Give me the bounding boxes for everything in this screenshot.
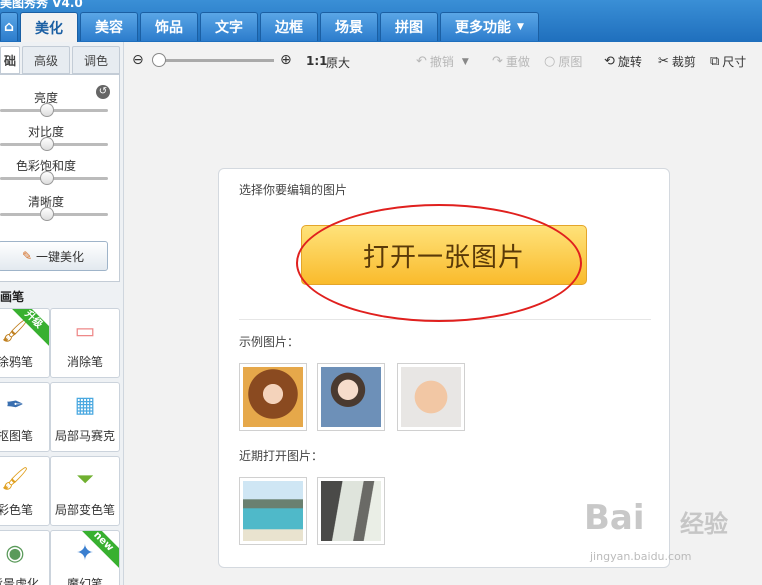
resize-button[interactable]: ⧉ 尺寸 xyxy=(710,53,746,70)
redo-icon: ↷ xyxy=(492,54,503,69)
chevron-down-icon: ▼ xyxy=(517,22,524,32)
subtab-advanced[interactable]: 高级 xyxy=(22,46,70,74)
tab-frame[interactable]: 边框 xyxy=(260,12,318,41)
one-click-beautify-button[interactable]: ✎ 一键美化 xyxy=(0,241,108,271)
tab-beauty[interactable]: 美容 xyxy=(80,12,138,41)
home-tab[interactable]: ⌂ xyxy=(0,12,18,41)
brush-tile-bg-blur[interactable]: ◉ 背景虚化 xyxy=(0,530,50,585)
original-size-label[interactable]: 原大 xyxy=(326,54,350,71)
portrait-image-1 xyxy=(243,367,303,427)
couple-image xyxy=(321,481,381,541)
recent-thumb-1[interactable] xyxy=(239,477,307,545)
brightness-track[interactable] xyxy=(0,109,108,112)
brush-tile-local-recolor[interactable]: ⏷ 局部变色笔 xyxy=(50,456,120,526)
rotate-icon: ⟲ xyxy=(604,54,615,69)
brightness-handle[interactable] xyxy=(40,103,54,117)
undo-icon: ↶ xyxy=(416,54,427,69)
mosaic-icon: ▦ xyxy=(74,393,96,418)
original-image-button[interactable]: ○ 原图 xyxy=(544,53,582,70)
brush-tile-eraser[interactable]: ▭ 消除笔 xyxy=(50,308,120,378)
example-thumb-1[interactable] xyxy=(239,363,307,431)
magic-brush-icon: ✦ xyxy=(75,541,95,566)
app-title: 美图秀秀 V4.0 xyxy=(0,0,83,10)
main-tabs: ⌂ 美化 美容 饰品 文字 边框 场景 拼图 更多功能 ▼ xyxy=(0,12,541,42)
tab-more-features[interactable]: 更多功能 ▼ xyxy=(440,12,539,41)
contrast-handle[interactable] xyxy=(40,137,54,151)
home-icon: ⌂ xyxy=(3,19,15,35)
example-images-label: 示例图片： xyxy=(239,335,300,349)
dialog-title: 选择你要编辑的图片 xyxy=(239,183,348,197)
zoom-out-icon[interactable]: ⊖ xyxy=(132,52,144,68)
redo-button[interactable]: ↷ 重做 xyxy=(492,53,530,70)
tab-beautify[interactable]: 美化 xyxy=(20,12,78,42)
brush-tile-color-pen[interactable]: 🖌 彩色笔 xyxy=(0,456,50,526)
dialog-divider xyxy=(239,319,651,320)
open-image-dialog: 选择你要编辑的图片 打开一张图片 示例图片： 近期打开图片： xyxy=(218,168,670,568)
recent-images-label: 近期打开图片： xyxy=(239,449,324,463)
brush-tile-doodle[interactable]: 🖌 涂鸦笔 升级 xyxy=(0,308,50,378)
beach-image xyxy=(243,481,303,541)
open-image-button[interactable]: 打开一张图片 xyxy=(301,225,587,285)
circle-icon: ○ xyxy=(544,54,556,69)
actual-size-button[interactable]: 1:1 xyxy=(306,54,328,68)
sharpness-track[interactable] xyxy=(0,213,108,216)
funnel-icon: ⏷ xyxy=(76,467,94,492)
sharpness-slider: 清晰度 xyxy=(0,193,112,225)
baby-image xyxy=(401,367,461,427)
top-menu-bar: 美图秀秀 V4.0 ⌂ 美化 美容 饰品 文字 边框 场景 拼图 更多功能 ▼ xyxy=(0,0,762,42)
brush-tile-cutout[interactable]: ✒ 抠图笔 xyxy=(0,382,50,452)
rotate-button[interactable]: ⟲ 旋转 xyxy=(604,53,642,70)
undo-dropdown-icon[interactable]: ▼ xyxy=(462,57,469,67)
saturation-handle[interactable] xyxy=(40,171,54,185)
undo-button[interactable]: ↶ 撤销 ▼ xyxy=(416,53,469,70)
brush-tile-mosaic[interactable]: ▦ 局部马赛克 xyxy=(50,382,120,452)
saturation-slider: 色彩饱和度 xyxy=(0,157,112,189)
brush-tile-magic[interactable]: ✦ 魔幻笔 new xyxy=(50,530,120,585)
zoom-slider-handle[interactable] xyxy=(152,53,166,67)
portrait-image-2 xyxy=(321,367,381,427)
eraser-icon: ▭ xyxy=(74,319,96,344)
resize-icon: ⧉ xyxy=(710,54,720,69)
doodle-brush-icon: 🖌 xyxy=(1,319,29,344)
recent-thumb-2[interactable] xyxy=(317,477,385,545)
example-thumb-2[interactable] xyxy=(317,363,385,431)
blur-icon: ◉ xyxy=(5,541,25,566)
color-brush-icon: 🖌 xyxy=(1,467,29,492)
tab-accessories[interactable]: 饰品 xyxy=(140,12,198,41)
zoom-in-icon[interactable]: ⊕ xyxy=(280,52,292,68)
tab-text[interactable]: 文字 xyxy=(200,12,258,41)
tab-collage[interactable]: 拼图 xyxy=(380,12,438,41)
left-panel: 础 高级 调色 ↺ 亮度 对比度 色彩饱和度 清晰度 ✎ 一键美化 画笔 🖌 涂… xyxy=(0,42,124,585)
subtab-color[interactable]: 调色 xyxy=(72,46,120,74)
brightness-slider: 亮度 xyxy=(0,89,112,121)
brush-icon: ✎ xyxy=(21,249,33,263)
contrast-track[interactable] xyxy=(0,143,108,146)
left-subtabs: 础 高级 调色 xyxy=(0,46,122,74)
brush-section-title: 画笔 xyxy=(0,290,25,304)
sharpness-handle[interactable] xyxy=(40,207,54,221)
adjust-panel: ↺ 亮度 对比度 色彩饱和度 清晰度 ✎ 一键美化 xyxy=(0,74,120,282)
crop-button[interactable]: ✂ 裁剪 xyxy=(658,53,696,70)
edit-toolbar: ⊖ ⊕ 1:1 原大 ↶ 撤销 ▼ ↷ 重做 ○ 原图 ⟲ 旋转 ✂ 裁剪 ⧉ 尺寸 xyxy=(124,42,762,80)
pen-icon: ✒ xyxy=(5,393,25,418)
scissors-icon: ✂ xyxy=(658,54,669,69)
subtab-basic[interactable]: 础 xyxy=(0,46,20,74)
example-thumb-3[interactable] xyxy=(397,363,465,431)
saturation-track[interactable] xyxy=(0,177,108,180)
contrast-slider: 对比度 xyxy=(0,123,112,155)
tab-scene[interactable]: 场景 xyxy=(320,12,378,41)
zoom-slider-track[interactable] xyxy=(154,59,274,62)
